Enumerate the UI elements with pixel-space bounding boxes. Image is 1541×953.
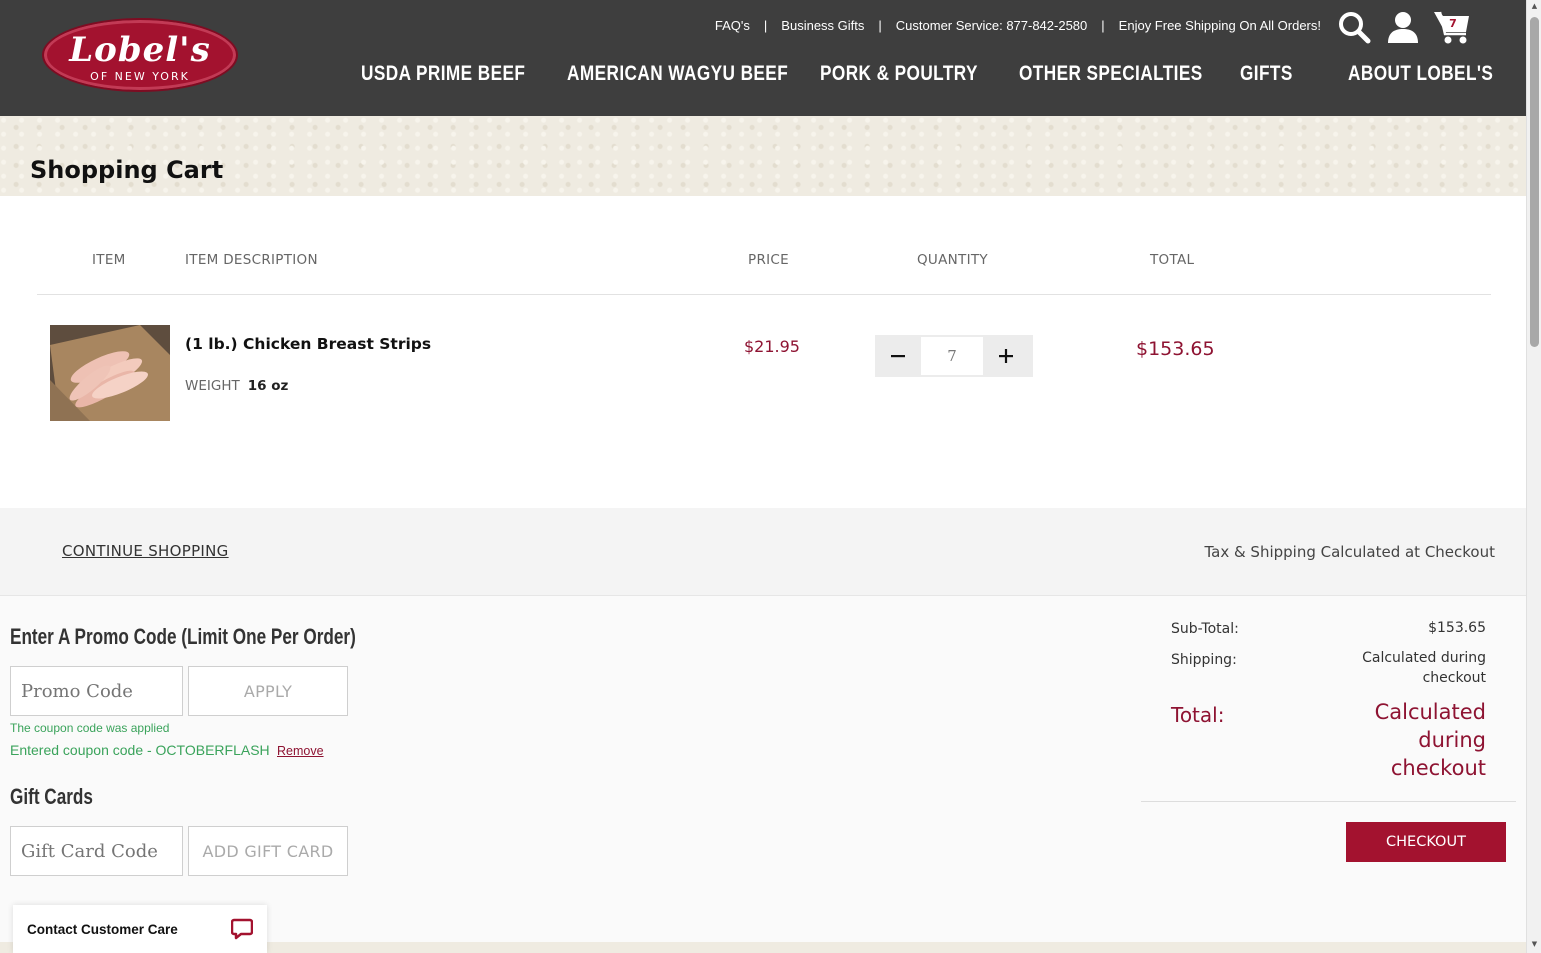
- scroll-down-icon[interactable]: ▼: [1530, 940, 1539, 949]
- divider: [1141, 801, 1516, 802]
- unit-price: $21.95: [744, 337, 800, 356]
- chat-bubble-icon: [230, 918, 254, 944]
- customer-service-link[interactable]: Customer Service: 877-842-2580: [896, 18, 1088, 33]
- search-icon[interactable]: [1335, 8, 1373, 46]
- weight-value: 16 oz: [247, 378, 289, 394]
- col-header-total: TOTAL: [1150, 252, 1195, 268]
- total-value: Calculated during checkout: [1374, 700, 1486, 780]
- utility-links: FAQ's | Business Gifts | Customer Servic…: [715, 15, 1321, 35]
- coupon-applied-message: The coupon code was applied: [10, 721, 170, 735]
- nav-gifts[interactable]: GIFTS: [1240, 62, 1329, 86]
- quantity-stepper: [875, 335, 1033, 377]
- scroll-thumb[interactable]: [1530, 17, 1539, 347]
- add-gift-card-button[interactable]: ADD GIFT CARD: [188, 826, 348, 876]
- free-shipping-text: Enjoy Free Shipping On All Orders!: [1118, 17, 1321, 33]
- weight-label: WEIGHT: [185, 378, 240, 394]
- page-title: Shopping Cart: [30, 156, 224, 184]
- divider: [37, 294, 1491, 295]
- entered-coupon-text: Entered coupon code - OCTOBERFLASH: [10, 742, 270, 758]
- lobels-logo[interactable]: Lobel's OF NEW YORK: [42, 18, 238, 92]
- cart-icon[interactable]: 7: [1433, 8, 1471, 46]
- shipping-value: Calculated during checkout: [1362, 650, 1486, 686]
- separator: |: [1101, 17, 1105, 33]
- continue-shopping-link[interactable]: CONTINUE SHOPPING: [62, 542, 229, 560]
- gift-cards-heading: Gift Cards: [10, 784, 93, 809]
- nav-american-wagyu-beef[interactable]: AMERICAN WAGYU BEEF: [567, 62, 788, 86]
- gift-card-input[interactable]: [10, 826, 183, 876]
- separator: |: [878, 17, 882, 33]
- remove-coupon-link[interactable]: Remove: [277, 744, 324, 758]
- site-header: Lobel's OF NEW YORK FAQ's | Business Gif…: [0, 0, 1526, 116]
- chat-label: Contact Customer Care: [27, 921, 178, 937]
- nav-usda-prime-beef[interactable]: USDA PRIME BEEF: [361, 62, 530, 86]
- total-label: Total:: [1171, 703, 1225, 727]
- page-scrollbar[interactable]: ▲ ▼: [1526, 0, 1541, 953]
- separator: |: [763, 17, 768, 33]
- line-total: $153.65: [1136, 338, 1215, 360]
- faq-link[interactable]: FAQ's: [715, 18, 750, 33]
- nav-other-specialties[interactable]: OTHER SPECIALTIES: [1019, 62, 1202, 86]
- promo-code-input[interactable]: [10, 666, 183, 716]
- product-weight: WEIGHT 16 oz: [185, 378, 288, 394]
- col-header-item: ITEM: [92, 252, 126, 268]
- col-header-price: PRICE: [748, 252, 789, 268]
- subtotal-label: Sub-Total:: [1171, 621, 1239, 637]
- promo-heading: Enter A Promo Code (Limit One Per Order): [10, 624, 356, 649]
- account-icon[interactable]: [1384, 8, 1422, 46]
- nav-pork-poultry[interactable]: PORK & POULTRY: [820, 62, 983, 86]
- main-nav: USDA PRIME BEEF AMERICAN WAGYU BEEF PORK…: [361, 62, 1525, 86]
- plus-icon: [999, 349, 1013, 363]
- decrease-quantity-button[interactable]: [875, 335, 921, 377]
- col-header-quantity: QUANTITY: [917, 252, 988, 268]
- contact-customer-care-button[interactable]: Contact Customer Care: [13, 905, 267, 953]
- business-gifts-link[interactable]: Business Gifts: [781, 18, 864, 33]
- nav-about-lobels[interactable]: ABOUT LOBEL'S: [1348, 62, 1493, 86]
- tax-shipping-note: Tax & Shipping Calculated at Checkout: [1204, 543, 1495, 561]
- page-banner: [0, 116, 1526, 196]
- product-image[interactable]: [50, 325, 170, 421]
- apply-promo-button[interactable]: APPLY: [188, 666, 348, 716]
- col-header-description: ITEM DESCRIPTION: [185, 252, 318, 268]
- shipping-label: Shipping:: [1171, 652, 1237, 668]
- minus-icon: [891, 355, 905, 358]
- subtotal-value: $153.65: [1428, 620, 1486, 636]
- checkout-button[interactable]: CHECKOUT: [1346, 822, 1506, 862]
- logo-tagline: OF NEW YORK: [90, 70, 190, 83]
- quantity-input[interactable]: [921, 337, 983, 375]
- scroll-up-icon[interactable]: ▲: [1530, 2, 1539, 11]
- logo-wordmark: Lobel's: [69, 30, 211, 70]
- cart-count-badge: 7: [1449, 17, 1457, 30]
- increase-quantity-button[interactable]: [983, 335, 1029, 377]
- product-name[interactable]: (1 lb.) Chicken Breast Strips: [185, 335, 431, 353]
